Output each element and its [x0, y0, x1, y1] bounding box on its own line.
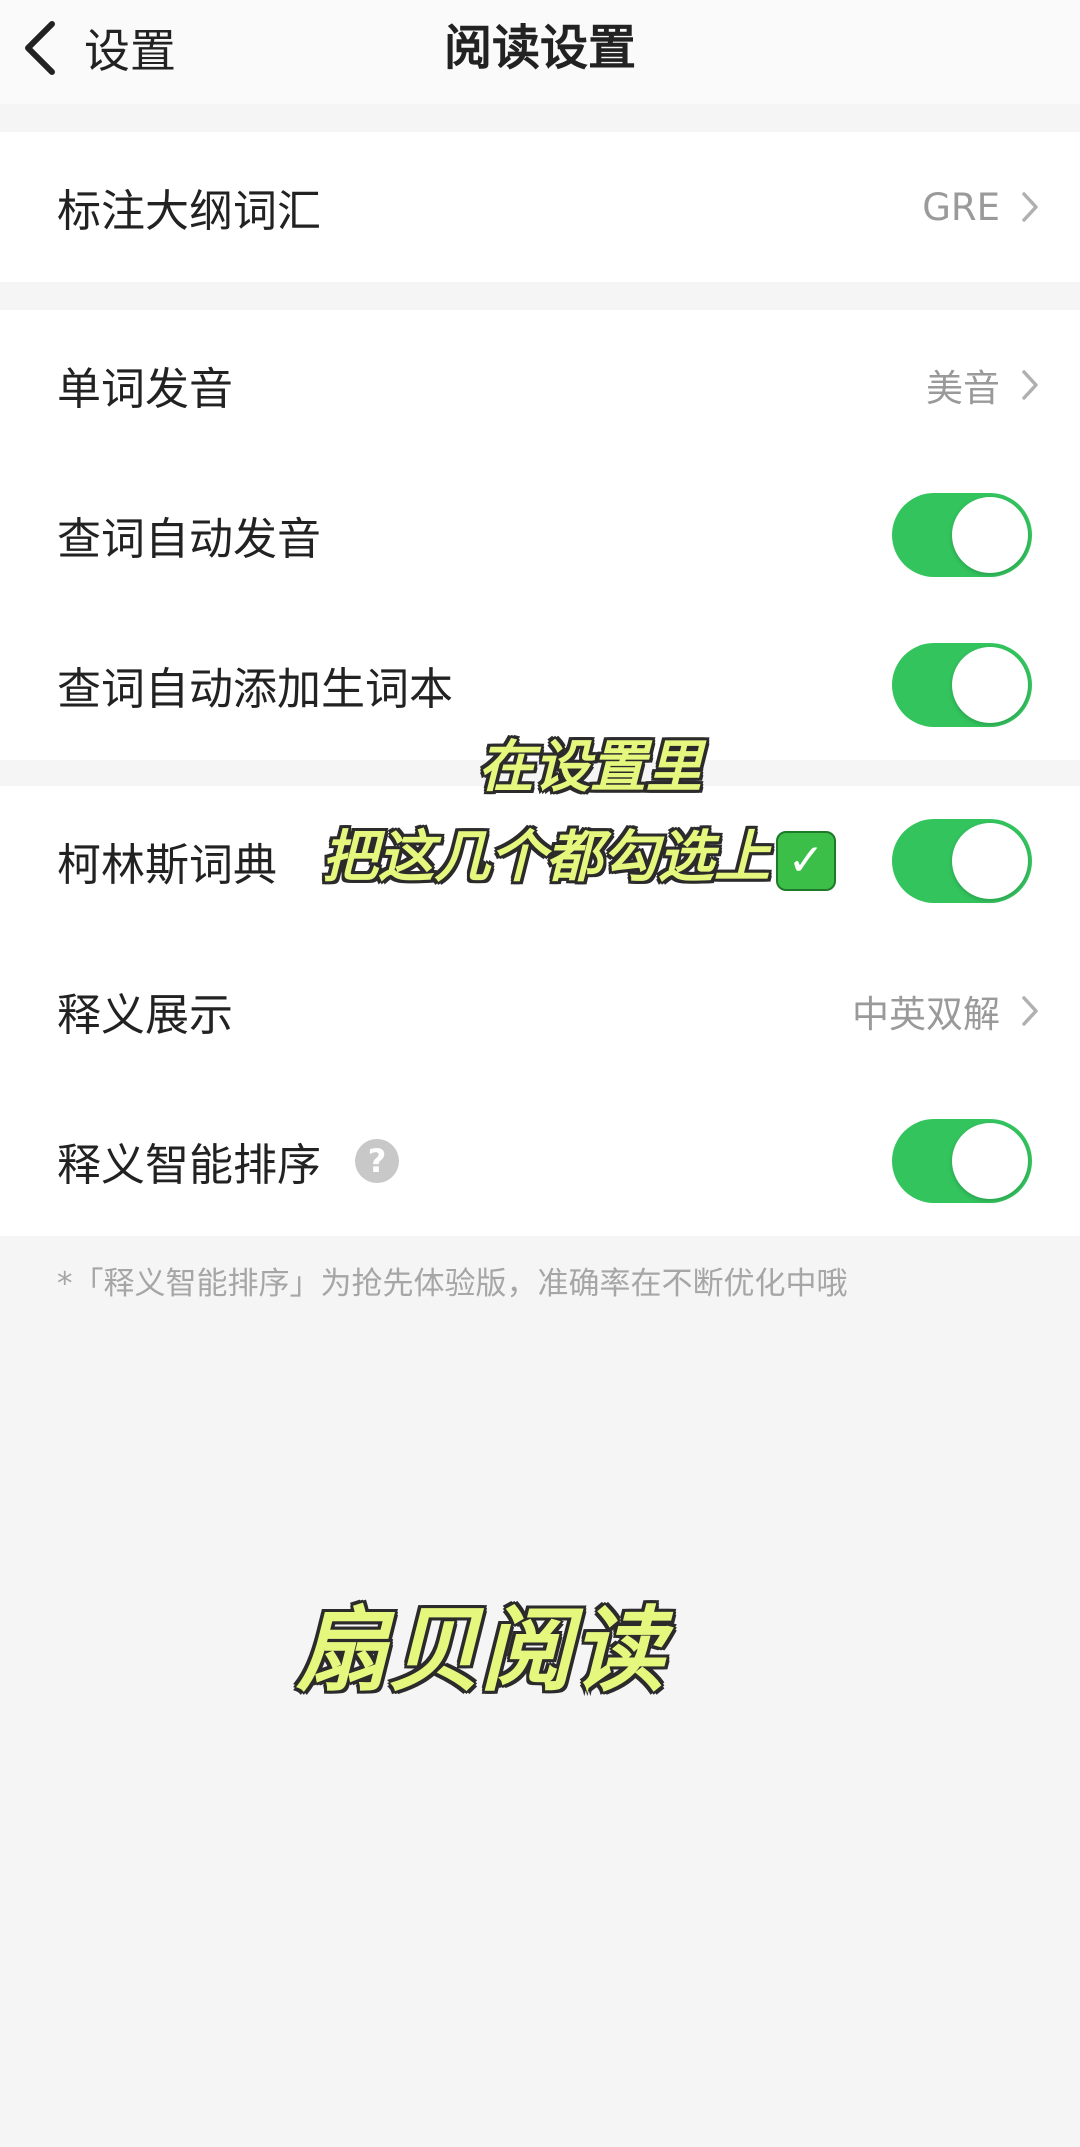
smart-sort-toggle[interactable]	[892, 1119, 1032, 1203]
settings-group-outline: 标注大纲词汇 GRE	[0, 132, 1080, 282]
footnote: *「释义智能排序」为抢先体验版，准确率在不断优化中哦	[57, 1266, 848, 1302]
caption-line-1: 在设置里	[478, 735, 702, 800]
auto-add-wordbook-toggle[interactable]	[892, 643, 1032, 727]
auto-pronounce-toggle[interactable]	[892, 493, 1032, 577]
setting-label: 释义智能排序	[57, 1140, 321, 1191]
chevron-right-icon	[1020, 994, 1040, 1028]
setting-row-pronunciation[interactable]: 单词发音 美音	[0, 310, 1080, 460]
setting-label: 查词自动发音	[57, 514, 321, 565]
caption-line-2: 把这几个都勾选上 ✓	[322, 812, 836, 893]
setting-label: 释义展示	[57, 990, 233, 1041]
setting-value: GRE	[922, 185, 1000, 229]
setting-label: 单词发音	[57, 364, 233, 415]
help-icon[interactable]: ?	[355, 1139, 399, 1183]
setting-row-definition-display[interactable]: 释义展示 中英双解	[0, 936, 1080, 1086]
setting-value: 美音	[926, 367, 1000, 410]
caption-line-2-text: 把这几个都勾选上	[322, 825, 770, 890]
setting-label: 标注大纲词汇	[57, 186, 321, 237]
setting-label: 柯林斯词典	[57, 840, 277, 891]
nav-bar: 设置 阅读设置	[0, 0, 1080, 104]
setting-row-smart-sort: 释义智能排序 ?	[0, 1086, 1080, 1236]
brand-caption: 扇贝阅读	[296, 1597, 665, 1704]
setting-row-auto-pronounce: 查词自动发音	[0, 460, 1080, 610]
chevron-right-icon	[1020, 368, 1040, 402]
toggle-knob	[952, 1123, 1028, 1199]
chevron-right-icon	[1020, 190, 1040, 224]
collins-dictionary-toggle[interactable]	[892, 819, 1032, 903]
toggle-knob	[952, 497, 1028, 573]
setting-value: 中英双解	[852, 993, 1000, 1036]
setting-label: 查词自动添加生词本	[57, 664, 453, 715]
toggle-knob	[952, 647, 1028, 723]
setting-row-outline-words[interactable]: 标注大纲词汇 GRE	[0, 132, 1080, 282]
settings-group-pronunciation: 单词发音 美音 查词自动发音 查词自动添加生词本	[0, 310, 1080, 760]
page-title: 阅读设置	[443, 20, 636, 76]
toggle-knob	[952, 823, 1028, 899]
checkmark-icon: ✓	[776, 830, 836, 891]
